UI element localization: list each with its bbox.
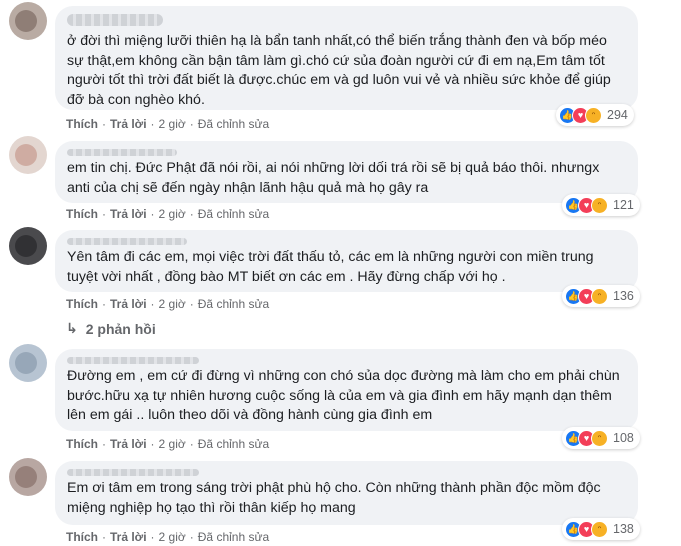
reply-button[interactable]: Trả lời: [110, 437, 147, 451]
comment-actions: Thích · Trả lời · 2 giờ · Đã chỉnh sửa: [66, 207, 269, 221]
avatar[interactable]: [9, 2, 47, 40]
replies-count-label: 2 phản hồi: [85, 320, 156, 337]
separator: ·: [102, 207, 106, 221]
reply-button[interactable]: Trả lời: [110, 117, 147, 131]
reply-button[interactable]: Trả lời: [110, 297, 147, 311]
timestamp[interactable]: 2 giờ: [159, 530, 186, 544]
comment-actions: Thích · Trả lời · 2 giờ · Đã chỉnh sửa: [66, 437, 269, 451]
separator: ·: [150, 530, 155, 544]
comment-bubble: ở đời thì miệng lưỡi thiên hạ là bẩn tan…: [55, 6, 638, 110]
separator: ·: [150, 207, 155, 221]
timestamp[interactable]: 2 giờ: [159, 297, 186, 311]
author-name-blurred[interactable]: [67, 149, 177, 156]
author-name-blurred[interactable]: [67, 357, 199, 364]
like-button[interactable]: Thích: [66, 207, 98, 221]
author-name-blurred[interactable]: [67, 238, 187, 245]
separator: ·: [189, 437, 194, 451]
separator: ·: [150, 117, 155, 131]
separator: ·: [150, 437, 155, 451]
like-button[interactable]: Thích: [66, 530, 98, 544]
reaction-summary[interactable]: 👍 ♥ ᵔ 138: [562, 518, 640, 540]
separator: ·: [102, 437, 106, 451]
like-button[interactable]: Thích: [66, 437, 98, 451]
reaction-summary[interactable]: 👍 ♥ ᵔ 136: [562, 285, 640, 307]
haha-icon: ᵔ: [591, 287, 608, 305]
comment-actions: Thích · Trả lời · 2 giờ · Đã chỉnh sửa: [66, 297, 269, 311]
haha-icon: ᵔ: [591, 520, 608, 538]
reply-button[interactable]: Trả lời: [110, 207, 147, 221]
separator: ·: [189, 530, 194, 544]
separator: ·: [189, 207, 194, 221]
haha-icon: ᵔ: [585, 106, 602, 124]
reaction-count: 121: [613, 198, 634, 212]
timestamp[interactable]: 2 giờ: [159, 437, 186, 451]
avatar[interactable]: [9, 458, 47, 496]
reaction-summary[interactable]: 👍 ♥ ᵔ 108: [562, 427, 640, 449]
separator: ·: [102, 117, 106, 131]
reaction-count: 108: [613, 431, 634, 445]
comment-text: ở đời thì miệng lưỡi thiên hạ là bẩn tan…: [67, 33, 611, 108]
comment-text: em tin chị. Đức Phật đã nói rồi, ai nói …: [67, 160, 600, 196]
timestamp[interactable]: 2 giờ: [159, 117, 186, 131]
edited-label: Đã chỉnh sửa: [197, 207, 270, 221]
separator: ·: [189, 117, 194, 131]
reaction-count: 138: [613, 522, 634, 536]
comment-actions: Thích · Trả lời · 2 giờ · Đã chỉnh sửa: [66, 117, 269, 131]
reaction-count: 294: [607, 108, 628, 122]
timestamp[interactable]: 2 giờ: [159, 207, 186, 221]
edited-label: Đã chỉnh sửa: [197, 297, 270, 311]
reply-button[interactable]: Trả lời: [110, 530, 147, 544]
reaction-summary[interactable]: 👍 ♥ ᵔ 121: [562, 194, 640, 216]
separator: ·: [189, 297, 194, 311]
comment-bubble: Em ơi tâm em trong sáng trời phật phù hộ…: [55, 461, 638, 525]
comment-bubble: Yên tâm đi các em, mọi việc trời đất thấ…: [55, 230, 638, 292]
edited-label: Đã chỉnh sửa: [197, 117, 270, 131]
author-name-blurred[interactable]: [67, 469, 199, 476]
comment-bubble: Đường em , em cứ đi đừng vì những con ch…: [55, 349, 638, 431]
avatar[interactable]: [9, 136, 47, 174]
avatar[interactable]: [9, 344, 47, 382]
edited-label: Đã chỉnh sửa: [197, 530, 270, 544]
separator: ·: [150, 297, 155, 311]
avatar[interactable]: [9, 227, 47, 265]
reply-arrow-icon: ↳: [66, 320, 78, 336]
edited-label: Đã chỉnh sửa: [197, 437, 270, 451]
like-button[interactable]: Thích: [66, 297, 98, 311]
separator: ·: [102, 297, 106, 311]
author-name-blurred[interactable]: [67, 14, 163, 26]
view-replies-button[interactable]: ↳ 2 phản hồi: [66, 320, 156, 337]
reaction-count: 136: [613, 289, 634, 303]
comment-actions: Thích · Trả lời · 2 giờ · Đã chỉnh sửa: [66, 530, 269, 544]
like-button[interactable]: Thích: [66, 117, 98, 131]
comment-text: Em ơi tâm em trong sáng trời phật phù hộ…: [67, 480, 601, 516]
haha-icon: ᵔ: [591, 196, 608, 214]
reaction-summary[interactable]: 👍 ♥ ᵔ 294: [556, 104, 634, 126]
comment-text: Đường em , em cứ đi đừng vì những con ch…: [67, 368, 620, 423]
separator: ·: [102, 530, 106, 544]
comment-bubble: em tin chị. Đức Phật đã nói rồi, ai nói …: [55, 141, 638, 203]
haha-icon: ᵔ: [591, 429, 608, 447]
comment-text: Yên tâm đi các em, mọi việc trời đất thấ…: [67, 249, 594, 285]
